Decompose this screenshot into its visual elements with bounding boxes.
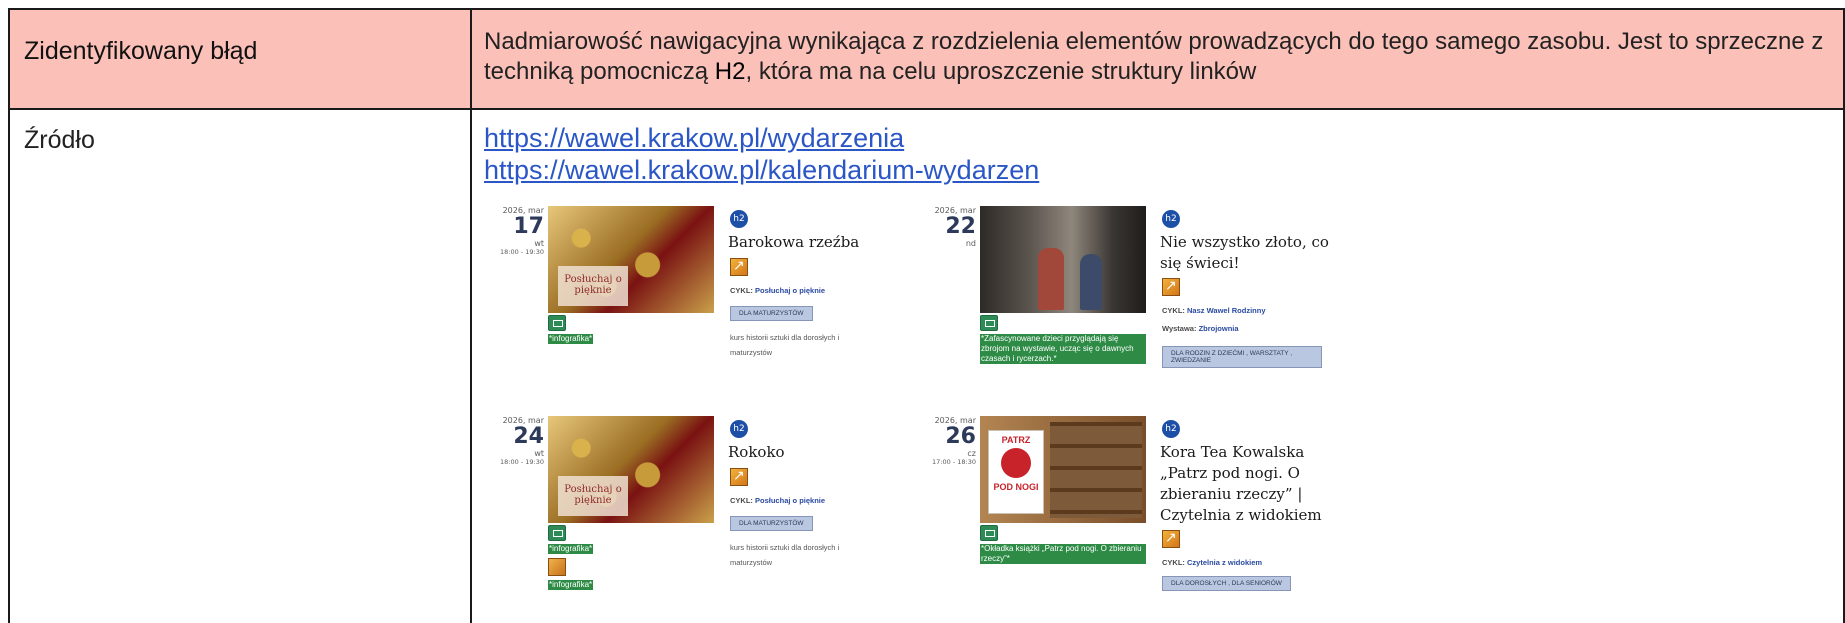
event-date: 2026, mar 17 wt 18:00 - 19:30 bbox=[500, 206, 544, 256]
event-card: 2026, mar 24 wt 18:00 - 19:30 Posłuchaj … bbox=[492, 416, 922, 621]
event-tag[interactable]: DLA MATURZYSTÓW bbox=[730, 516, 813, 531]
event-cycle: CYKL: Posłuchaj o pięknie bbox=[730, 286, 826, 295]
external-link-icon[interactable] bbox=[730, 467, 748, 486]
event-image[interactable]: Posłuchaj o pięknie bbox=[548, 206, 714, 313]
h2-badge-icon: h2 bbox=[730, 420, 748, 438]
h2-badge-icon: h2 bbox=[730, 210, 748, 228]
event-title[interactable]: Nie wszystko złoto, co się świeci! bbox=[1160, 232, 1330, 274]
event-title[interactable]: Rokoko bbox=[728, 442, 898, 463]
report-table: Zidentyfikowany błąd Nadmiarowość nawiga… bbox=[8, 8, 1845, 623]
event-title[interactable]: Kora Tea Kowalska „Patrz pod nogi. O zbi… bbox=[1160, 442, 1330, 526]
event-date: 2026, mar 24 wt 18:00 - 19:30 bbox=[500, 416, 544, 466]
event-cycle: CYKL: Posłuchaj o pięknie bbox=[730, 496, 826, 505]
image-alt-text: *infografika* bbox=[548, 334, 594, 344]
event-image[interactable]: PATRZ POD NOGI bbox=[980, 416, 1146, 523]
event-title[interactable]: Barokowa rzeźba bbox=[728, 232, 898, 253]
infographic-icon bbox=[980, 525, 998, 541]
technique-name: H2 bbox=[714, 58, 746, 85]
event-card: 2026, mar 22 nd *Zafascynowane dzieci pr… bbox=[924, 206, 1354, 411]
event-exhibition: Wystawa: Zbrojownia bbox=[1162, 324, 1239, 333]
external-link-icon[interactable] bbox=[1162, 277, 1180, 296]
event-date: 2026, mar 26 cz 17:00 - 18:30 bbox=[932, 416, 976, 466]
image-alt-text-2: *infografika* bbox=[548, 580, 594, 590]
image-alt-text: *infografika* bbox=[548, 544, 594, 554]
infographic-icon bbox=[548, 315, 566, 331]
infographic-icon bbox=[548, 525, 566, 541]
image-alt-text: *Zafascynowane dzieci przyglądają się zb… bbox=[980, 334, 1146, 364]
infographic-icon bbox=[980, 315, 998, 331]
event-cycle: CYKL: Czytelnia z widokiem bbox=[1162, 558, 1263, 567]
event-image[interactable]: Posłuchaj o pięknie bbox=[548, 416, 714, 523]
event-date: 2026, mar 22 nd bbox=[934, 206, 976, 248]
source-label: Źródło bbox=[8, 108, 472, 623]
event-card: 2026, mar 17 wt 18:00 - 19:30 Posłuchaj … bbox=[492, 206, 922, 411]
event-description: kurs historii sztuki dla dorosłych i mat… bbox=[730, 333, 840, 357]
event-tag[interactable]: DLA MATURZYSTÓW bbox=[730, 306, 813, 321]
external-link-icon[interactable] bbox=[730, 257, 748, 276]
source-link-wydarzenia[interactable]: https://wawel.krakow.pl/wydarzenia bbox=[484, 122, 904, 154]
book-cover: PATRZ POD NOGI bbox=[988, 430, 1044, 514]
events-screenshot: 2026, mar 17 wt 18:00 - 19:30 Posłuchaj … bbox=[492, 206, 1392, 623]
image-alt-text: *Okładka książki „Patrz pod nogi. O zbie… bbox=[980, 544, 1146, 564]
external-link-icon[interactable] bbox=[1162, 529, 1180, 548]
source-row: Źródło https://wawel.krakow.pl/wydarzeni… bbox=[8, 108, 1845, 623]
event-tag[interactable]: DLA RODZIN Z DZIEĆMI , WARSZTATY , ZWIED… bbox=[1162, 346, 1322, 368]
event-cycle: CYKL: Nasz Wawel Rodzinny bbox=[1162, 306, 1266, 315]
error-row: Zidentyfikowany błąd Nadmiarowość nawiga… bbox=[8, 8, 1845, 110]
image-alt-icon bbox=[548, 558, 566, 576]
event-tag[interactable]: DLA DOROSŁYCH , DLA SENIORÓW bbox=[1162, 576, 1291, 591]
error-description: Nadmiarowość nawigacyjna wynikająca z ro… bbox=[470, 8, 1845, 110]
h2-badge-icon: h2 bbox=[1162, 420, 1180, 438]
error-label: Zidentyfikowany błąd bbox=[8, 8, 472, 110]
event-image[interactable] bbox=[980, 206, 1146, 313]
event-description: kurs historii sztuki dla dorosłych i mat… bbox=[730, 543, 840, 567]
h2-badge-icon: h2 bbox=[1162, 210, 1180, 228]
event-card: 2026, mar 26 cz 17:00 - 18:30 PATRZ POD … bbox=[924, 416, 1354, 621]
source-content: https://wawel.krakow.pl/wydarzenia https… bbox=[470, 108, 1845, 623]
source-link-kalendarium[interactable]: https://wawel.krakow.pl/kalendarium-wyda… bbox=[484, 154, 1039, 186]
